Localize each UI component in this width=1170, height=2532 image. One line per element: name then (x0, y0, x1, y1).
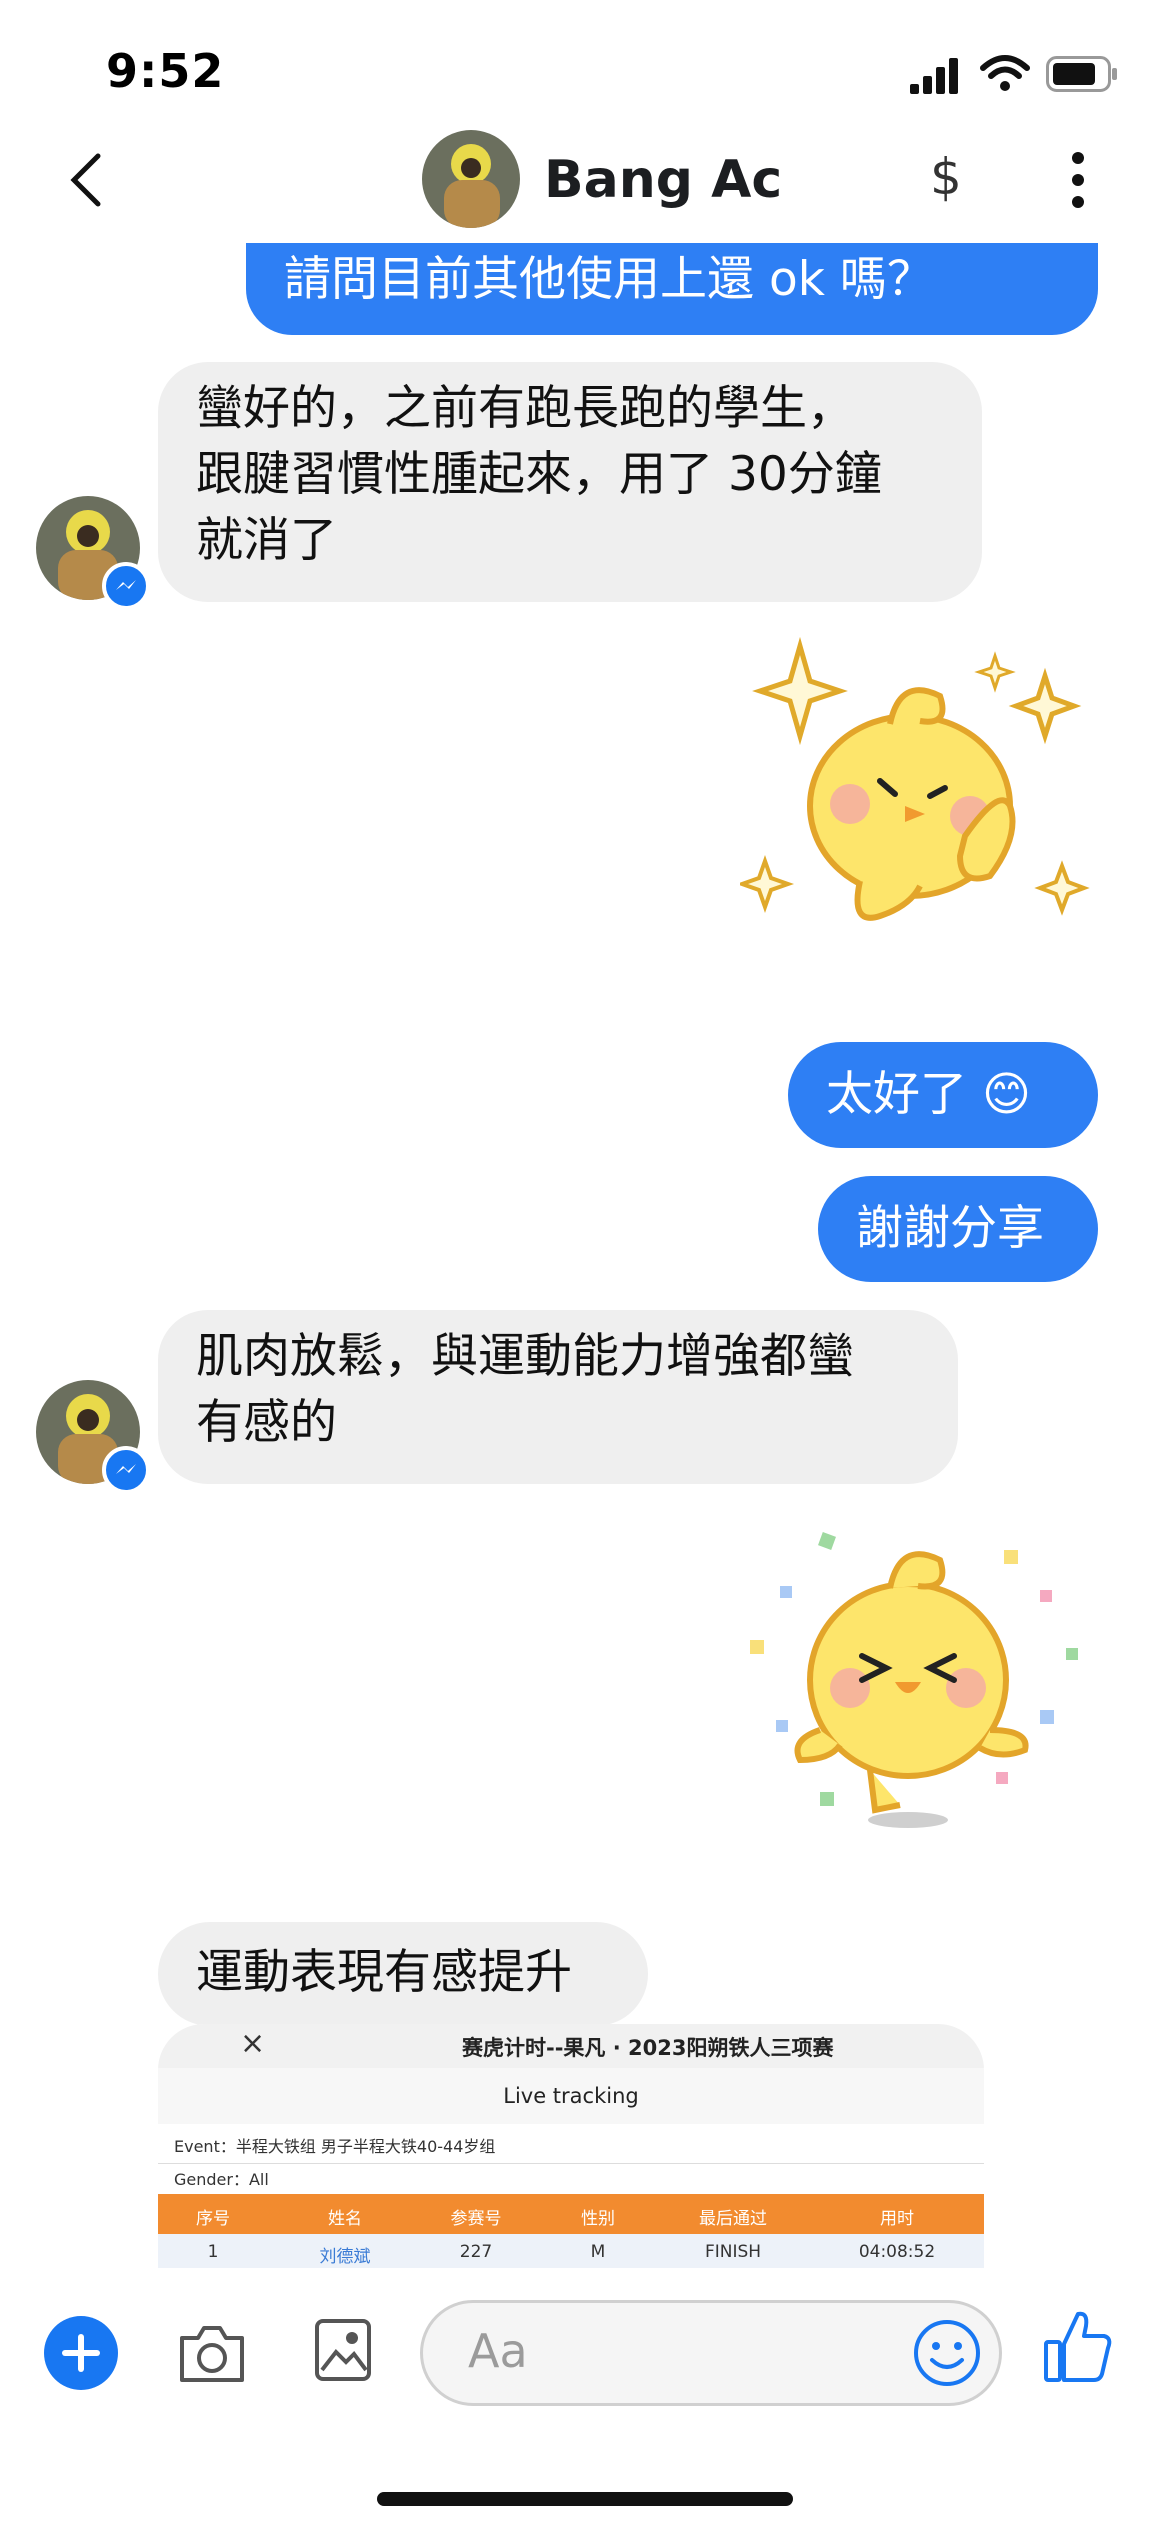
message-input-placeholder: Aa (468, 2324, 528, 2378)
payment-button[interactable]: $ (930, 148, 962, 206)
message-incoming[interactable]: 肌肉放鬆，與運動能力增強都蠻 有感的 (158, 1310, 958, 1484)
contact-name[interactable]: Bang Ac (544, 150, 782, 210)
battery-icon (1046, 56, 1117, 92)
chick-thumbs-up-sticker[interactable] (740, 636, 1090, 956)
screenshot-title: 赛虎计时--果凡 · 2023阳朔铁人三项赛 (462, 2036, 834, 2060)
message-outgoing[interactable]: 太好了 😊 (788, 1042, 1098, 1148)
messenger-badge-icon (102, 1446, 150, 1494)
contact-avatar[interactable] (422, 130, 520, 228)
table-cell: FINISH (704, 2242, 762, 2262)
column-header: 参赛号 (450, 2209, 502, 2229)
cellular-signal-icon (910, 58, 958, 94)
table-cell: 1 (207, 2242, 219, 2262)
column-header: 性别 (581, 2209, 615, 2229)
status-time: 9:52 (106, 44, 225, 98)
column-header: 最后通过 (699, 2209, 767, 2229)
event-line: Event：半程大铁组 男子半程大铁40-44岁组 (158, 2130, 984, 2164)
chick-happy-sticker[interactable] (740, 1520, 1090, 1850)
thumbs-up-icon[interactable] (1042, 2306, 1114, 2384)
column-header: 姓名 (328, 2209, 362, 2229)
screenshot-subtitle: Live tracking (158, 2068, 984, 2124)
chevron-left-icon[interactable] (62, 150, 112, 210)
column-header: 用时 (880, 2209, 914, 2229)
message-outgoing[interactable]: 謝謝分享 (818, 1176, 1098, 1282)
table-cell: 227 (459, 2242, 493, 2262)
table-cell: 04:08:52 (858, 2242, 936, 2262)
message-outgoing[interactable]: 請問目前其他使用上還 ok 嗎？ (246, 243, 1098, 335)
camera-icon[interactable] (176, 2322, 248, 2386)
message-incoming[interactable]: 運動表現有感提升 (158, 1922, 648, 2026)
plus-icon[interactable] (44, 2316, 118, 2390)
wifi-icon (980, 55, 1030, 91)
close-icon: × (240, 2026, 266, 2061)
message-incoming[interactable]: 蠻好的，之前有跑長跑的學生， 跟腱習慣性腫起來，用了 30分鐘 就消了 (158, 362, 982, 602)
home-indicator (377, 2492, 793, 2506)
more-vertical-icon[interactable] (1070, 150, 1086, 210)
table-row: 1 刘德斌 227 M FINISH 04:08:52 (158, 2234, 984, 2268)
smiley-icon[interactable] (912, 2318, 982, 2388)
table-cell: M (590, 2242, 606, 2262)
results-table-header: 序号 姓名 参赛号 性别 最后通过 用时 (158, 2194, 984, 2234)
messenger-badge-icon (102, 562, 150, 610)
table-cell: 刘德斌 (319, 2247, 371, 2267)
gender-line: Gender：All (174, 2170, 269, 2189)
shared-screenshot-image[interactable]: × 赛虎计时--果凡 · 2023阳朔铁人三项赛 Live tracking E… (158, 2024, 984, 2268)
column-header: 序号 (196, 2209, 230, 2229)
image-icon[interactable] (314, 2318, 372, 2382)
